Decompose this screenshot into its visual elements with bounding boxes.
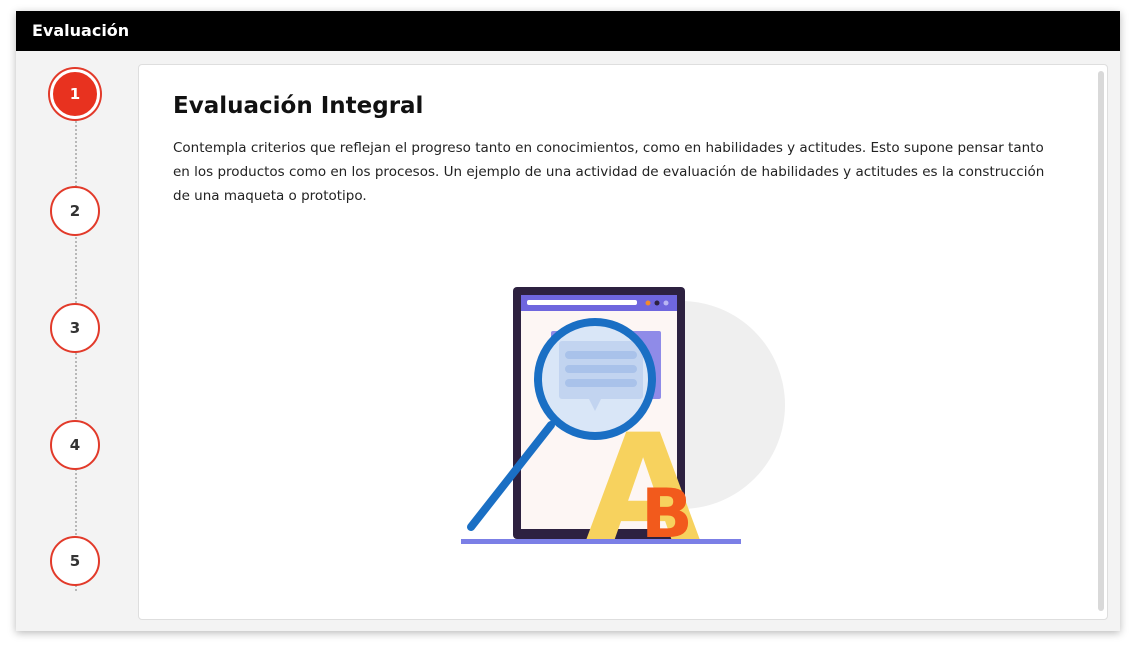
section-heading: Evaluación Integral: [173, 93, 424, 119]
ground-line: [461, 539, 741, 544]
step-3-button[interactable]: 3: [50, 303, 100, 353]
text-line-2: [565, 365, 637, 373]
step-5-button[interactable]: 5: [50, 536, 100, 586]
step-4-button[interactable]: 4: [50, 420, 100, 470]
evaluation-illustration: A B: [461, 287, 785, 548]
section-description: Contempla criterios que reflejan el prog…: [173, 140, 1045, 204]
step-2-button[interactable]: 2: [50, 186, 100, 236]
browser-dot-dark: [654, 300, 660, 306]
letter-b-icon: B: [641, 475, 693, 548]
content-panel: Evaluación Integral Contempla criterios …: [138, 64, 1108, 620]
title-bar: Evaluación: [16, 11, 1120, 51]
step-1-button[interactable]: 1: [50, 69, 100, 119]
step-navigation: 1 2 3 4 5: [16, 51, 136, 631]
app-window: Evaluación 1 2 3 4 5 Evaluación Integral…: [16, 11, 1120, 631]
text-line-1: [565, 351, 637, 359]
browser-dot-orange: [645, 300, 651, 306]
address-bar: [527, 300, 637, 305]
browser-dot-light: [663, 300, 669, 306]
text-line-3: [565, 379, 637, 387]
window-title: Evaluación: [32, 21, 130, 40]
vertical-scrollbar[interactable]: [1098, 71, 1104, 611]
